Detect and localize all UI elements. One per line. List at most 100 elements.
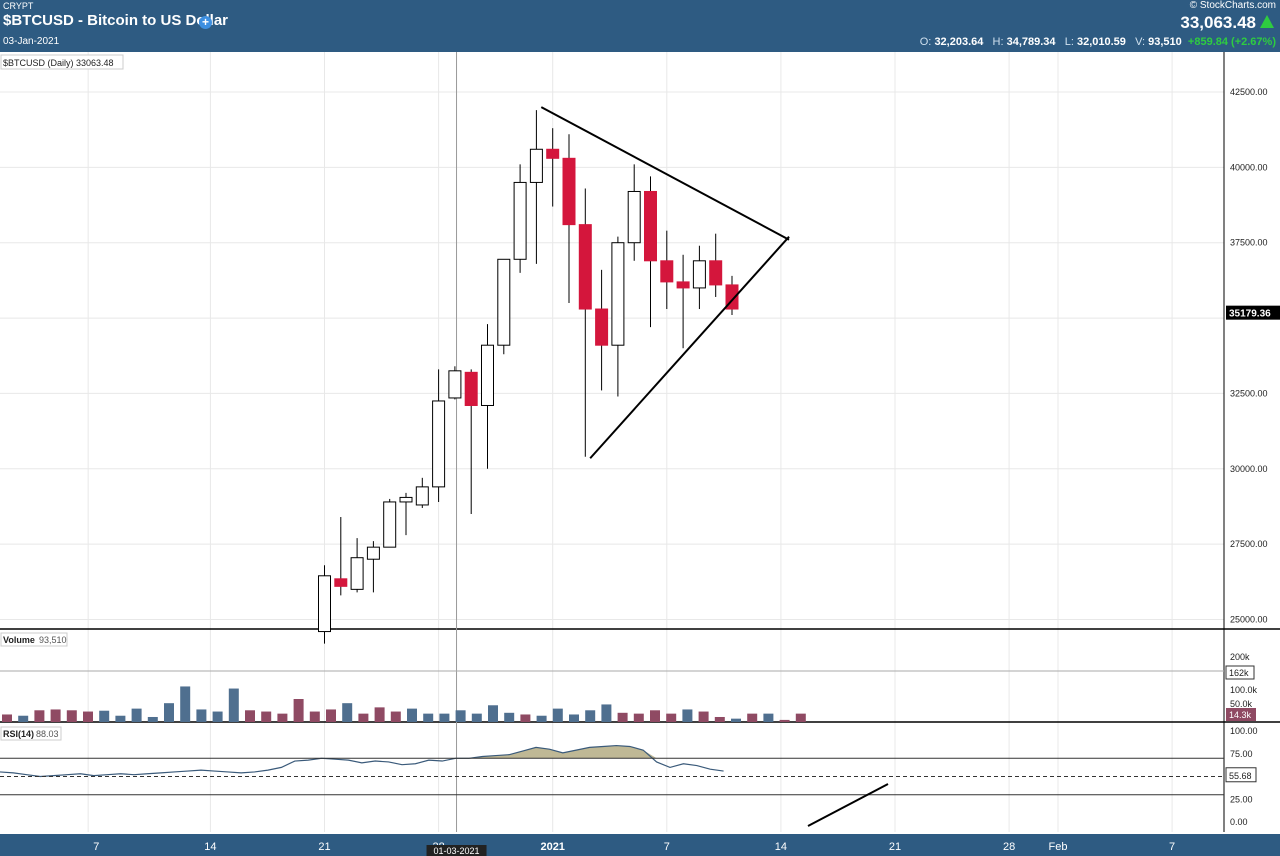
candle-body <box>660 260 674 283</box>
volume-bar <box>585 710 596 722</box>
trendline <box>540 106 790 241</box>
x-tick-label: 14 <box>204 841 216 853</box>
volume-marker: 14.3k <box>1229 710 1252 720</box>
candle-body <box>562 157 576 226</box>
rsi-current-label: 55.68 <box>1229 771 1252 781</box>
volume-bar <box>747 713 758 722</box>
volume-bar <box>293 699 304 722</box>
rsi-value-label: 88.03 <box>36 729 59 739</box>
volume-bar <box>309 711 320 722</box>
x-tick-label: 14 <box>775 841 787 853</box>
volume-bar <box>34 710 45 722</box>
volume-bar <box>147 716 158 722</box>
chart-page: CRYPT $BTCUSD - Bitcoin to US Dollar + 0… <box>0 0 1280 856</box>
volume-value-label: 93,510 <box>39 635 67 645</box>
volume-bar <box>277 713 288 722</box>
volume-bar <box>245 710 255 722</box>
volume-bar <box>423 713 434 722</box>
y-tick-label: 32500.00 <box>1230 388 1268 398</box>
candle-body <box>383 501 397 548</box>
volume-bar <box>326 709 336 722</box>
volume-bar <box>131 708 142 722</box>
y-tick-label: 25000.00 <box>1230 615 1268 625</box>
volume-bar <box>520 714 531 722</box>
chart-title: $BTCUSD (Daily) 33063.48 <box>3 58 114 68</box>
rsi-tick-label: 75.00 <box>1230 749 1253 759</box>
x-tick-label: 28 <box>1003 841 1015 853</box>
x-tick-label: 21 <box>318 841 330 853</box>
volume-tick-label: 100.0k <box>1230 685 1258 695</box>
volume-marker: 162k <box>1229 668 1249 678</box>
x-tick-label: 2021 <box>540 841 564 853</box>
candle-body <box>627 190 641 244</box>
drawing-line <box>807 783 889 827</box>
y-tick-label: 30000.00 <box>1230 464 1268 474</box>
candle-body <box>578 224 592 310</box>
volume-bar <box>212 711 223 722</box>
candle-body <box>366 546 380 560</box>
volume-bar <box>617 712 628 722</box>
volume-bar <box>342 703 353 722</box>
volume-bar <box>83 711 93 722</box>
candle-body <box>448 370 462 399</box>
candle-body <box>432 400 446 488</box>
volume-bar <box>731 718 741 722</box>
volume-bar <box>552 708 563 722</box>
price-chart[interactable]: $BTCUSD (Daily) 33063.48 42500.00 40000.00… <box>0 0 1280 856</box>
volume-bar <box>2 714 12 722</box>
volume-bar <box>601 704 612 722</box>
volume-bar <box>390 711 401 722</box>
volume-bar <box>164 703 174 722</box>
volume-bar <box>50 709 61 722</box>
candle-body <box>644 190 657 262</box>
volume-bar <box>180 686 191 722</box>
candle-body <box>611 242 625 346</box>
volume-bar <box>504 712 515 722</box>
volume-bar <box>698 711 709 722</box>
volume-bar <box>763 713 774 722</box>
candle-body <box>595 308 609 346</box>
y-tick-label: 37500.00 <box>1230 238 1268 248</box>
volume-bar <box>374 707 385 722</box>
rsi-overbought-fill <box>0 745 724 759</box>
candle-body <box>350 557 364 590</box>
volume-bar <box>536 715 547 722</box>
candle-body <box>513 181 527 260</box>
candle-body <box>497 258 511 346</box>
rsi-tick-label: 100.00 <box>1230 726 1258 736</box>
x-tick-label: Feb <box>1049 841 1068 853</box>
candle-body <box>464 371 478 406</box>
volume-bar <box>488 705 498 722</box>
x-tick-label: 7 <box>1169 841 1175 853</box>
volume-bar <box>196 709 207 722</box>
volume-bar <box>682 709 693 722</box>
x-tick-label: 21 <box>889 841 901 853</box>
volume-bar <box>569 714 579 722</box>
candle-body <box>399 496 413 503</box>
current-price-label: 35179.36 <box>1229 309 1271 320</box>
candle-body <box>676 281 690 289</box>
candle-body <box>692 260 706 289</box>
rsi-tick-label: 0.00 <box>1230 817 1248 827</box>
y-tick-label: 27500.00 <box>1230 539 1268 549</box>
volume-bar <box>115 715 126 722</box>
candle-body <box>415 486 429 506</box>
volume-bar <box>66 710 77 722</box>
volume-title: Volume <box>3 635 35 645</box>
volume-bar <box>18 715 29 722</box>
candle-body <box>334 578 348 587</box>
x-tick-label: 7 <box>664 841 670 853</box>
y-tick-label: 42500.00 <box>1230 87 1268 97</box>
x-tick-label: 7 <box>93 841 99 853</box>
candle-body <box>318 575 331 633</box>
volume-bar <box>714 716 725 722</box>
volume-bar <box>666 713 677 722</box>
volume-bar <box>407 708 417 722</box>
volume-bar <box>439 713 450 722</box>
candle-body <box>529 148 543 183</box>
y-tick-label: 40000.00 <box>1230 162 1268 172</box>
candle-body <box>546 148 560 159</box>
volume-bar <box>99 710 110 722</box>
volume-bar <box>650 710 660 722</box>
candle-body <box>481 344 494 406</box>
